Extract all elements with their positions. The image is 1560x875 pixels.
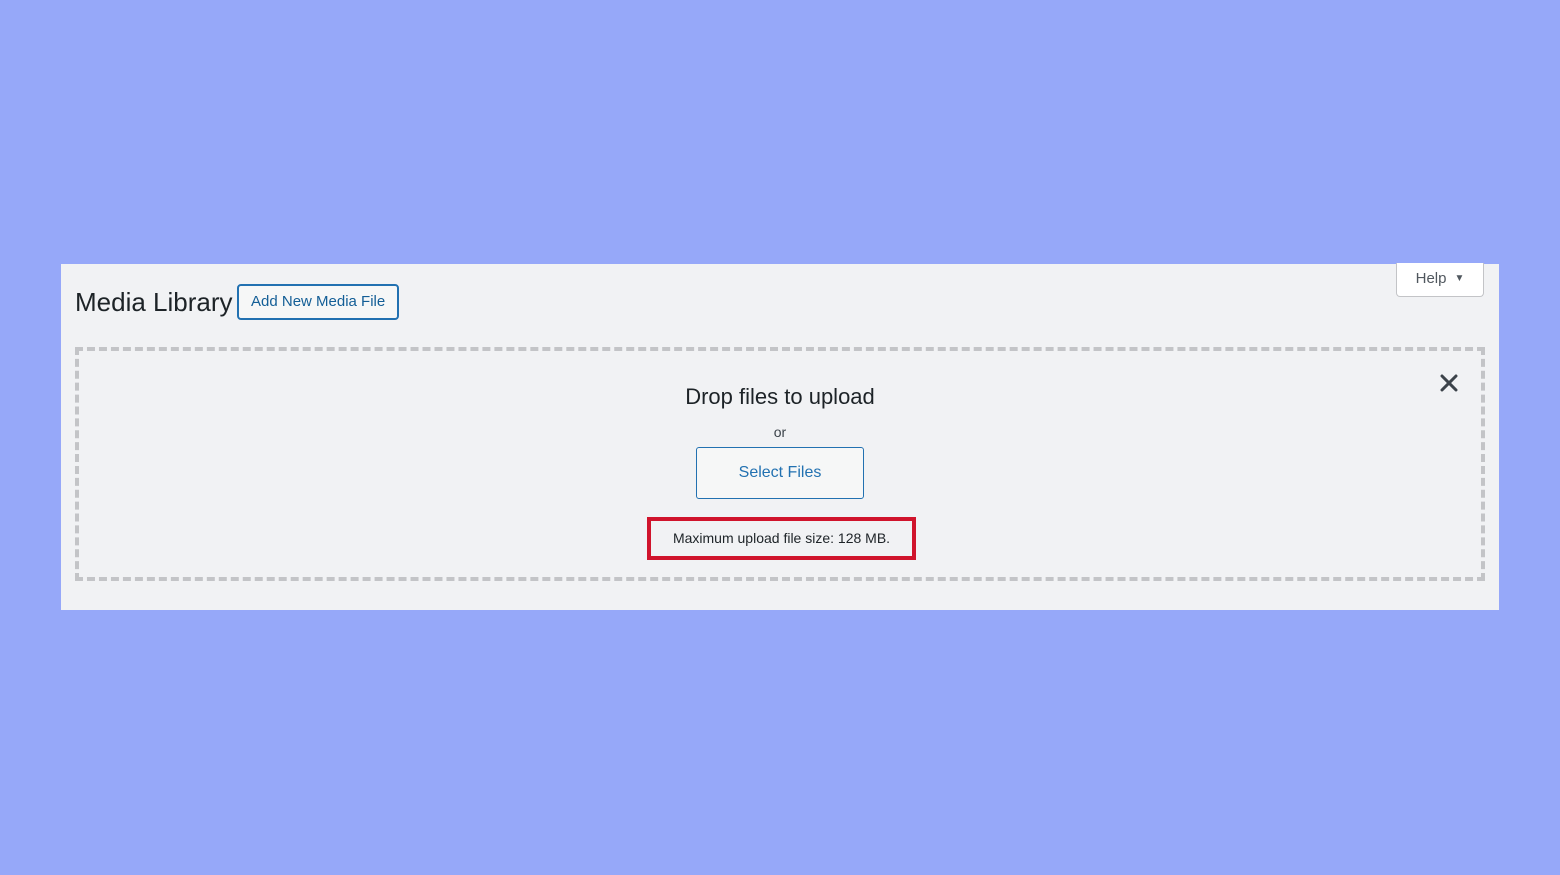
page-title: Media Library [75, 287, 233, 317]
max-upload-size-note: Maximum upload file size: 128 MB. [647, 517, 916, 560]
select-files-button[interactable]: Select Files [696, 447, 864, 499]
upload-drop-zone[interactable]: Drop files to upload or Select Files Max… [75, 347, 1485, 581]
help-button[interactable]: Help ▼ [1396, 263, 1484, 297]
or-separator: or [773, 424, 787, 440]
caret-down-icon: ▼ [1454, 273, 1465, 284]
help-label: Help [1415, 270, 1447, 287]
drop-files-heading: Drop files to upload [685, 384, 875, 409]
add-new-media-file-button[interactable]: Add New Media File [237, 284, 400, 320]
media-library-panel: Media Library Add New Media File Help ▼ D… [61, 263, 1499, 610]
